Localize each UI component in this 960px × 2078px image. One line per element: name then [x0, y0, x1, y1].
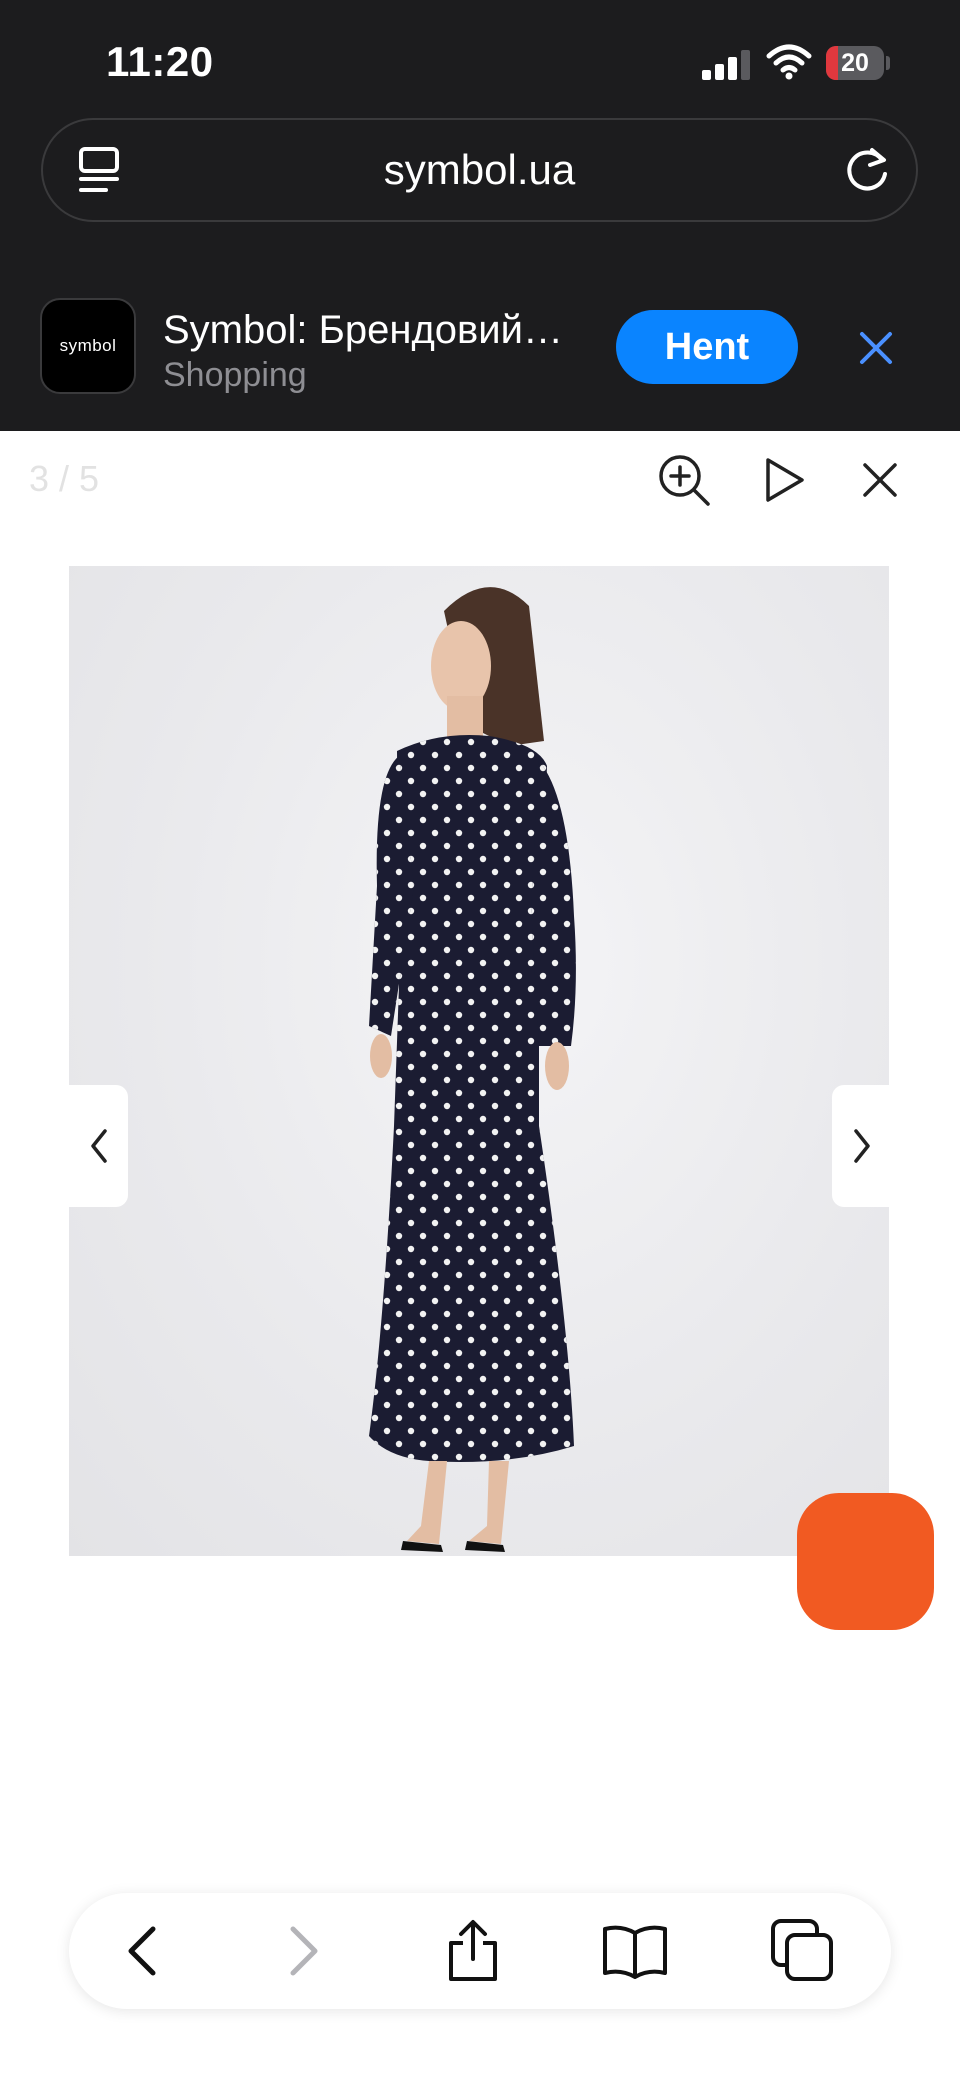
battery-indicator: 20	[826, 46, 884, 80]
tabs-button[interactable]	[769, 1917, 837, 1985]
browser-toolbar	[69, 1893, 891, 2009]
battery-nub	[886, 56, 890, 70]
app-logo[interactable]: symbol	[40, 298, 136, 394]
url-text[interactable]: symbol.ua	[43, 146, 916, 194]
close-icon[interactable]	[856, 328, 896, 368]
play-icon[interactable]	[756, 452, 812, 508]
chevron-left-icon	[91, 1129, 107, 1163]
forward-icon	[290, 1926, 318, 1976]
wifi-icon	[766, 44, 812, 80]
back-button[interactable]	[111, 1917, 179, 1985]
zoom-in-icon[interactable]	[656, 452, 712, 508]
chat-widget-button[interactable]	[797, 1493, 934, 1630]
model-illustration	[369, 587, 576, 1552]
back-icon	[128, 1926, 156, 1976]
cellular-signal-icon	[702, 48, 750, 80]
reload-icon[interactable]	[842, 144, 894, 196]
forward-button[interactable]	[267, 1917, 335, 1985]
gallery-close-icon[interactable]	[852, 452, 908, 508]
battery-level: 20	[841, 49, 869, 77]
get-app-button[interactable]: Hent	[616, 310, 798, 384]
bookmarks-button[interactable]	[601, 1917, 669, 1985]
app-name[interactable]: Symbol: Брендовий…	[163, 308, 583, 353]
smart-app-banner: symbol Symbol: Брендовий… Shopping Hent	[0, 280, 960, 431]
browser-chrome: 11:20 20 symbol.ua symbol Symbol: Брендо…	[0, 0, 960, 431]
image-counter: 3 / 5	[29, 458, 100, 499]
tabs-icon	[771, 1919, 833, 1981]
chevron-right-icon	[854, 1129, 870, 1163]
product-photo[interactable]	[69, 566, 889, 1556]
bookmarks-icon	[603, 1925, 667, 1979]
app-logo-text: symbol	[59, 336, 117, 355]
address-bar[interactable]: symbol.ua	[41, 118, 918, 222]
previous-image-button[interactable]	[69, 1085, 128, 1207]
status-time: 11:20	[106, 38, 214, 85]
next-image-button[interactable]	[832, 1085, 891, 1207]
share-icon	[449, 1920, 497, 1981]
app-category: Shopping	[163, 356, 307, 394]
share-button[interactable]	[439, 1917, 507, 1985]
